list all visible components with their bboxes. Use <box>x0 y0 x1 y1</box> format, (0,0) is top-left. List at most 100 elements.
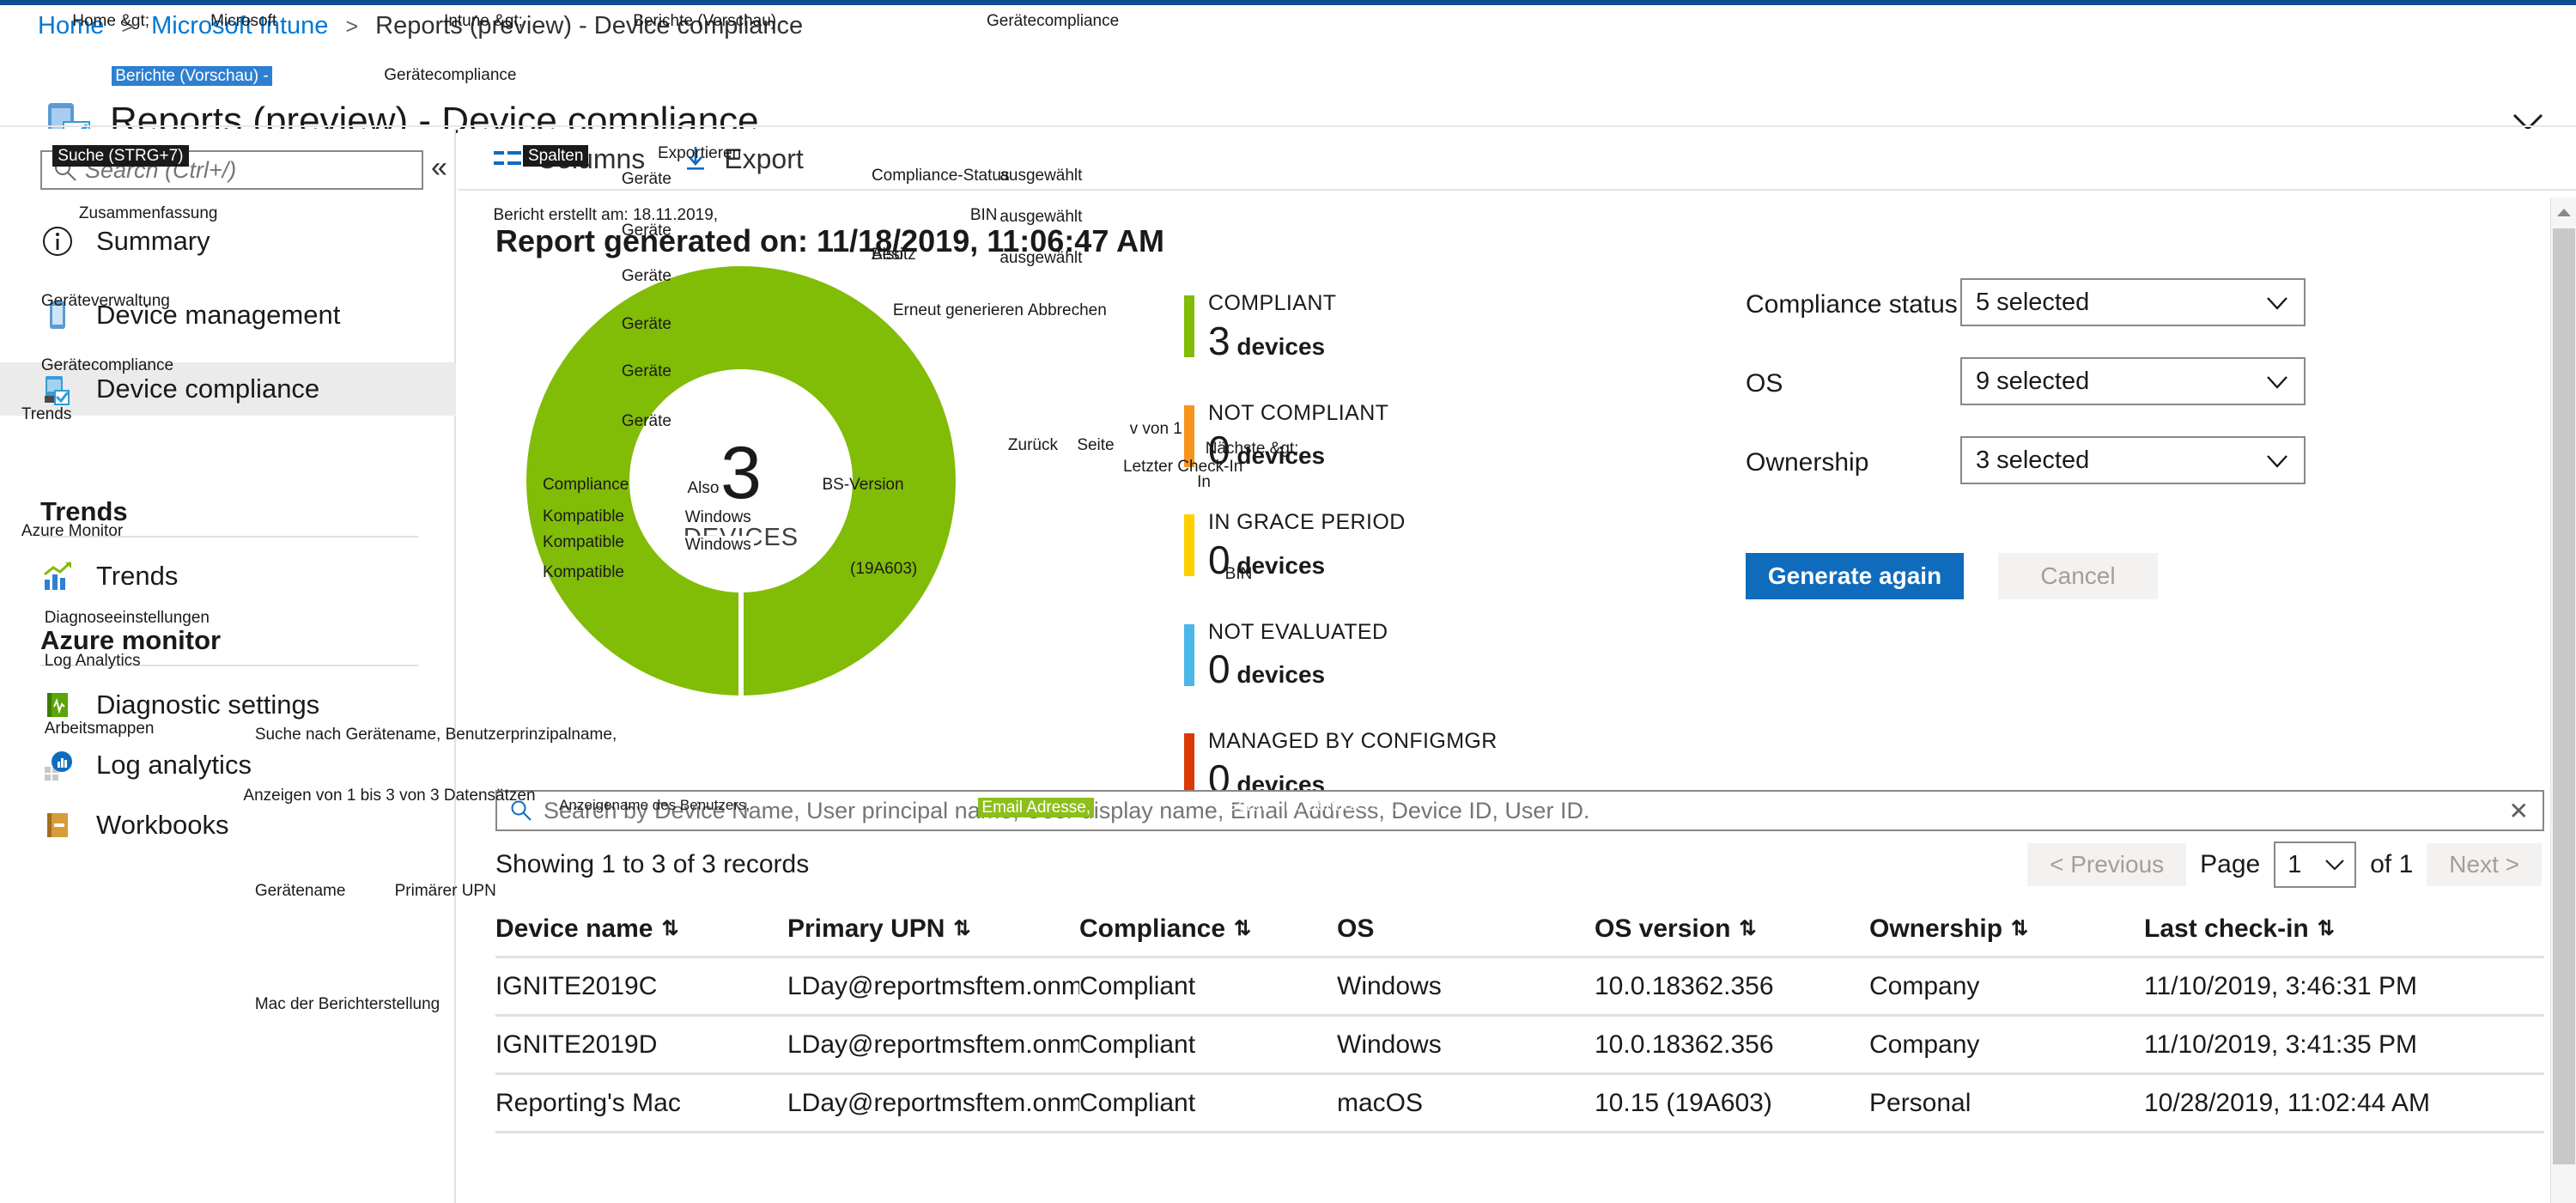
legend-label: IN GRACE PERIOD <box>1208 510 1406 534</box>
scrollbar-thumb[interactable] <box>2553 228 2575 1164</box>
table-search-input[interactable] <box>544 797 2509 824</box>
cell-primary-upn: LDay@reportmsftem.onm... <box>787 971 1079 1000</box>
sort-updown-icon[interactable]: ⇅ <box>953 916 970 941</box>
table-row[interactable]: IGNITE2019D LDay@reportmsftem.onm... Com… <box>495 1017 2544 1075</box>
sort-updown-icon[interactable]: ⇅ <box>2011 916 2028 941</box>
columns-button[interactable]: Columns <box>492 129 645 190</box>
cell-device-name: IGNITE2019C <box>495 971 658 1000</box>
orange-book-icon <box>38 805 77 845</box>
legend-item-not-evaluated: NOT EVALUATED 0 devices <box>1184 619 1553 693</box>
column-header-label: Primary UPN <box>787 914 945 943</box>
column-header-os[interactable]: OS <box>1337 914 1595 944</box>
search-input[interactable] <box>85 156 422 184</box>
clear-icon[interactable]: ✕ <box>2509 797 2529 825</box>
cell-os-version: 10.0.18362.356 <box>1595 1030 1774 1059</box>
next-page-button[interactable]: Next > <box>2427 843 2542 886</box>
legend-unit: devices <box>1236 332 1326 360</box>
filter-label: Compliance status <box>1746 290 1958 319</box>
legend-value: 3 <box>1208 318 1230 363</box>
blade-header: Reports (preview) - Device compliance <box>0 48 2576 149</box>
sort-updown-icon[interactable]: ⇅ <box>1739 916 1756 941</box>
column-header-device-name[interactable]: Device name ⇅ <box>495 914 787 944</box>
sidebar-search[interactable] <box>40 150 423 190</box>
sidebar-item-label-trends: Trends <box>96 561 179 591</box>
vertical-scrollbar[interactable] <box>2550 197 2576 1203</box>
column-header-label: Last check-in <box>2144 914 2309 943</box>
dropdown-value: 5 selected <box>1976 288 2090 316</box>
sidebar-item-log-analytics[interactable]: Log analytics <box>0 738 456 792</box>
page-label: Page <box>2200 850 2261 878</box>
breadcrumb-separator: > <box>121 15 135 39</box>
scroll-up-arrow-icon[interactable] <box>2551 197 2576 227</box>
column-header-label: Ownership <box>1869 914 2003 943</box>
chevron-down-icon <box>2325 860 2345 871</box>
legend-color-swatch <box>1184 623 1194 686</box>
sidebar-item-diagnostic-settings[interactable]: Diagnostic settings <box>0 678 456 732</box>
column-header-ownership[interactable]: Ownership ⇅ <box>1869 914 2144 944</box>
filter-label: OS <box>1746 369 1783 398</box>
cell-compliance: Compliant <box>1079 1030 1196 1059</box>
sidebar-item-workbooks[interactable]: Workbooks <box>0 799 456 852</box>
sidebar-collapse-button[interactable]: « <box>431 153 447 182</box>
sidebar-item-label-summary: Summary <box>96 226 210 256</box>
sidebar-item-device-compliance[interactable]: Device compliance <box>0 362 456 416</box>
page-number-value: 1 <box>2287 850 2302 878</box>
sidebar-item-label-diagnostic-settings: Diagnostic settings <box>96 690 320 720</box>
donut-center-label: DEVICES <box>683 524 799 551</box>
sidebar-divider-1 <box>40 536 418 538</box>
table-search-box[interactable]: ✕ <box>495 790 2544 831</box>
cell-last-check-in: 11/10/2019, 3:46:31 PM <box>2144 971 2418 1000</box>
export-button[interactable]: Export <box>679 129 804 190</box>
cell-os-version: 10.15 (19A603) <box>1595 1088 1772 1117</box>
sidebar-item-label-log-analytics: Log analytics <box>96 750 252 780</box>
chevron-down-icon <box>2267 297 2287 310</box>
records-count-label: Showing 1 to 3 of 3 records <box>495 850 810 878</box>
sidebar-item-summary[interactable]: Summary <box>0 215 456 268</box>
download-arrow-icon <box>679 144 712 173</box>
legend-value: 0 <box>1208 647 1230 691</box>
breadcrumb-item-intune[interactable]: Microsoft Intune <box>151 12 328 39</box>
column-header-os-version[interactable]: OS version ⇅ <box>1595 914 1869 944</box>
columns-icon <box>492 144 525 173</box>
generate-again-button[interactable]: Generate again <box>1746 553 1964 599</box>
breadcrumb-item-home[interactable]: Home <box>38 12 104 39</box>
sidebar-divider-2 <box>40 665 418 666</box>
sidebar-item-trends[interactable]: Trends <box>0 550 456 603</box>
table-row[interactable]: IGNITE2019C LDay@reportmsftem.onm... Com… <box>495 958 2544 1017</box>
cell-ownership: Company <box>1869 971 1980 1000</box>
column-header-label: Device name <box>495 914 653 943</box>
cancel-button[interactable]: Cancel <box>1998 553 2158 599</box>
ownership-dropdown[interactable]: 3 selected <box>1960 436 2306 484</box>
sidebar: « Summary Device management <box>0 129 456 1203</box>
column-header-last-check-in[interactable]: Last check-in ⇅ <box>2144 914 2505 944</box>
dropdown-value: 3 selected <box>1976 446 2090 474</box>
legend-label: NOT EVALUATED <box>1208 619 1388 644</box>
legend-color-swatch <box>1184 514 1194 576</box>
os-dropdown[interactable]: 9 selected <box>1960 357 2306 405</box>
sidebar-item-device-management[interactable]: Device management <box>0 289 456 342</box>
sort-updown-icon[interactable]: ⇅ <box>661 916 678 941</box>
sort-updown-icon[interactable]: ⇅ <box>1234 916 1251 941</box>
sidebar-item-label-workbooks: Workbooks <box>96 810 229 840</box>
page-number-dropdown[interactable]: 1 <box>2274 841 2357 888</box>
breadcrumb: Home > Microsoft Intune > Reports (previ… <box>38 12 803 40</box>
previous-page-button[interactable]: < Previous <box>2027 843 2187 886</box>
legend-unit: devices <box>1236 442 1326 469</box>
table-row[interactable]: Reporting's Mac LDay@reportmsftem.onm...… <box>495 1075 2544 1133</box>
legend-unit: devices <box>1236 551 1326 579</box>
sort-updown-icon[interactable]: ⇅ <box>2318 916 2335 941</box>
command-bar: Columns Export <box>458 129 2576 191</box>
compliance-status-dropdown[interactable]: 5 selected <box>1960 278 2306 326</box>
column-header-compliance[interactable]: Compliance ⇅ <box>1079 914 1337 944</box>
column-header-primary-upn[interactable]: Primary UPN ⇅ <box>787 914 1079 944</box>
window-top-accent-bar <box>0 0 2576 5</box>
table-header-row: Device name ⇅ Primary UPN ⇅ Compliance ⇅… <box>495 902 2544 958</box>
filter-panel: Compliance status 5 selected OS 9 select… <box>1746 275 2518 512</box>
cell-primary-upn: LDay@reportmsftem.onm... <box>787 1088 1079 1117</box>
column-header-label: Compliance <box>1079 914 1226 943</box>
breadcrumb-item-current: Reports (preview) - Device compliance <box>375 12 804 39</box>
cell-device-name: IGNITE2019D <box>495 1030 658 1059</box>
cell-compliance: Compliant <box>1079 1088 1196 1117</box>
main-content: Columns Export Report generated on: 11/1… <box>458 129 2576 1203</box>
search-icon <box>511 800 532 821</box>
